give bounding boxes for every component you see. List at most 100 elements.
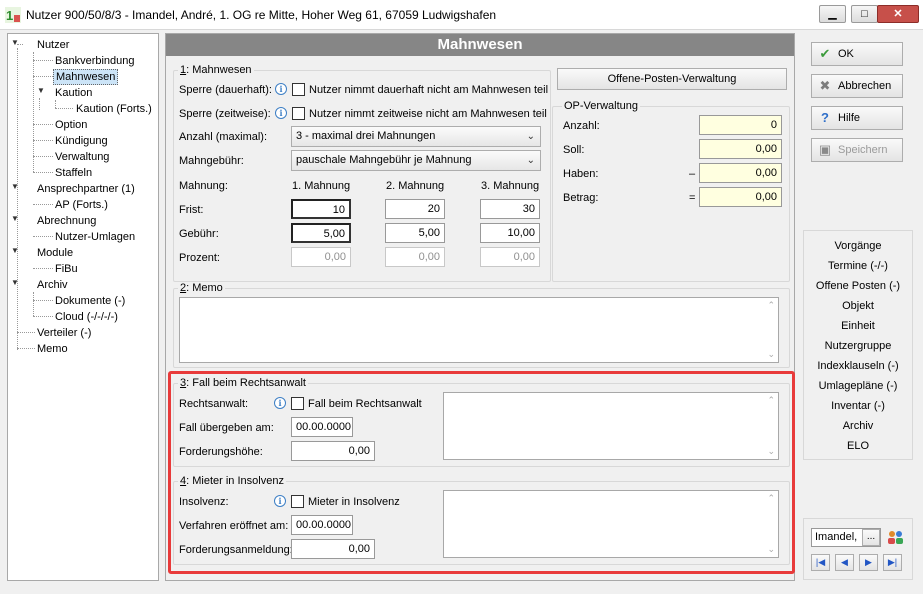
sperre-zeitweise-check-label[interactable]: Nutzer nimmt zeitweise nicht am Mahnwese…	[309, 108, 547, 120]
save-disk-icon: ▣	[818, 142, 832, 157]
info-icon[interactable]: i	[275, 107, 287, 119]
tree-item-ap-forts[interactable]: AP (Forts.)	[55, 198, 108, 212]
tree-item-verwaltung[interactable]: Verwaltung	[55, 150, 109, 164]
info-icon[interactable]: i	[274, 397, 286, 409]
scroll-up-icon[interactable]: ⌃	[767, 493, 775, 504]
scroll-down-icon[interactable]: ⌄	[767, 544, 775, 555]
tree-item-kuendigung[interactable]: Kündigung	[55, 134, 108, 148]
insolvenz-checkbox[interactable]	[291, 495, 304, 508]
tree-item-staffeln[interactable]: Staffeln	[55, 166, 92, 180]
collapse-icon[interactable]: ▼	[11, 246, 19, 255]
prozent-input-2[interactable]: 0,00	[385, 247, 445, 267]
scroll-down-icon[interactable]: ⌄	[767, 446, 775, 457]
forderungsanmeldung-label: Forderungsanmeldung:	[179, 544, 293, 556]
previous-record-button[interactable]: ◀	[835, 554, 854, 571]
main-panel: Mahnwesen 1: Mahnwesen Sperre (dauerhaft…	[165, 33, 795, 581]
collapse-icon[interactable]: ▼	[11, 38, 19, 47]
people-icon[interactable]	[886, 528, 905, 547]
frist-input-2[interactable]: 20	[385, 199, 445, 219]
rechtsanwalt-checkbox[interactable]	[291, 397, 304, 410]
tree-item-option[interactable]: Option	[55, 118, 87, 132]
gebuehr-input-2[interactable]: 5,00	[385, 223, 445, 243]
close-button[interactable]: ✕	[877, 5, 919, 23]
maximize-button[interactable]: □	[851, 5, 878, 23]
rechtsanwalt-check-label[interactable]: Fall beim Rechtsanwalt	[308, 398, 422, 410]
link-offene-posten[interactable]: Offene Posten (-)	[804, 280, 912, 292]
op-verwaltung-group-label: OP-Verwaltung	[562, 100, 640, 112]
last-record-button[interactable]: ▶|	[883, 554, 902, 571]
tree-item-nutzer-umlagen[interactable]: Nutzer-Umlagen	[55, 230, 135, 244]
collapse-icon[interactable]: ▼	[37, 86, 45, 95]
link-objekt[interactable]: Objekt	[804, 300, 912, 312]
link-elo[interactable]: ELO	[804, 440, 912, 452]
tree-item-bankverbindung[interactable]: Bankverbindung	[55, 54, 135, 68]
speichern-button[interactable]: ▣ Speichern	[811, 138, 903, 162]
link-indexklauseln[interactable]: Indexklauseln (-)	[804, 360, 912, 372]
tree-item-dokumente[interactable]: Dokumente (-)	[55, 294, 125, 308]
forderungshoehe-input[interactable]: 0,00	[291, 441, 375, 461]
mahngebuehr-select[interactable]: pauschale Mahngebühr je Mahnung ⌄	[291, 150, 541, 171]
offene-posten-verwaltung-button[interactable]: Offene-Posten-Verwaltung	[557, 68, 787, 90]
col-header-mahnung-2: 2. Mahnung	[386, 180, 445, 192]
link-umlageplaene[interactable]: Umlagepläne (-)	[804, 380, 912, 392]
navigation-tree: ▼ Nutzer Bankverbindung Mahnwesen ▼ Kaut…	[7, 33, 159, 581]
tree-item-memo[interactable]: Memo	[37, 342, 68, 356]
fall-uebergeben-input[interactable]: 00.00.0000	[291, 417, 353, 437]
browse-button[interactable]: ...	[862, 529, 880, 546]
memo-group-label: 2: Memo	[178, 282, 225, 294]
prozent-input-3[interactable]: 0,00	[480, 247, 540, 267]
frist-input-1[interactable]: 10	[291, 199, 351, 219]
tree-item-module[interactable]: Module	[37, 246, 73, 260]
tree-item-fibu[interactable]: FiBu	[55, 262, 78, 276]
tree-item-nutzer[interactable]: Nutzer	[37, 38, 69, 52]
op-anzahl-value: 0	[699, 115, 782, 135]
insolvenz-notes-textarea[interactable]: ⌃ ⌄	[443, 490, 779, 558]
rechtsanwalt-notes-textarea[interactable]: ⌃ ⌄	[443, 392, 779, 460]
gebuehr-row-label: Gebühr:	[179, 228, 219, 240]
mahnung-label: Mahnung:	[179, 180, 228, 192]
record-navigator: Imandel, ... |◀ ◀ ▶ ▶|	[803, 518, 913, 580]
verfahren-input[interactable]: 00.00.0000	[291, 515, 353, 535]
tree-item-archiv[interactable]: Archiv	[37, 278, 68, 292]
frist-input-3[interactable]: 30	[480, 199, 540, 219]
gebuehr-input-3[interactable]: 10,00	[480, 223, 540, 243]
collapse-icon[interactable]: ▼	[11, 278, 19, 287]
forderungsanmeldung-input[interactable]: 0,00	[291, 539, 375, 559]
sperre-dauerhaft-check-label[interactable]: Nutzer nimmt dauerhaft nicht am Mahnwese…	[309, 84, 548, 96]
sperre-dauerhaft-checkbox[interactable]	[292, 83, 305, 96]
tree-item-ansprechpartner[interactable]: Ansprechpartner (1)	[37, 182, 135, 196]
gebuehr-input-1[interactable]: 5,00	[291, 223, 351, 243]
sperre-zeitweise-checkbox[interactable]	[292, 107, 305, 120]
memo-textarea[interactable]: ⌃ ⌄	[179, 297, 779, 363]
link-einheit[interactable]: Einheit	[804, 320, 912, 332]
info-icon[interactable]: i	[274, 495, 286, 507]
collapse-icon[interactable]: ▼	[11, 214, 19, 223]
scroll-down-icon[interactable]: ⌄	[767, 349, 775, 360]
link-inventar[interactable]: Inventar (-)	[804, 400, 912, 412]
insolvenz-check-label[interactable]: Mieter in Insolvenz	[308, 496, 400, 508]
tree-item-mahnwesen[interactable]: Mahnwesen	[53, 69, 119, 85]
hilfe-button[interactable]: ? Hilfe	[811, 106, 903, 130]
first-record-button[interactable]: |◀	[811, 554, 830, 571]
abbrechen-button[interactable]: ✖ Abbrechen	[811, 74, 903, 98]
info-icon[interactable]: i	[275, 83, 287, 95]
link-vorgaenge[interactable]: Vorgänge	[804, 240, 912, 252]
link-archiv[interactable]: Archiv	[804, 420, 912, 432]
next-record-button[interactable]: ▶	[859, 554, 878, 571]
equals-sign: =	[689, 192, 696, 204]
scroll-up-icon[interactable]: ⌃	[767, 395, 775, 406]
ok-button[interactable]: ✔ OK	[811, 42, 903, 66]
anzahl-select[interactable]: 3 - maximal drei Mahnungen ⌄	[291, 126, 541, 147]
minimize-button[interactable]: ▁	[819, 5, 846, 23]
collapse-icon[interactable]: ▼	[11, 182, 19, 191]
tree-item-kaution-forts[interactable]: Kaution (Forts.)	[76, 102, 152, 116]
scroll-up-icon[interactable]: ⌃	[767, 300, 775, 311]
tree-item-cloud[interactable]: Cloud (-/-/-/-)	[55, 310, 118, 324]
prozent-input-1[interactable]: 0,00	[291, 247, 351, 267]
tree-item-verteiler[interactable]: Verteiler (-)	[37, 326, 91, 340]
tree-item-abrechnung[interactable]: Abrechnung	[37, 214, 96, 228]
svg-text:1: 1	[6, 8, 13, 23]
link-nutzergruppe[interactable]: Nutzergruppe	[804, 340, 912, 352]
tree-item-kaution[interactable]: Kaution	[55, 86, 92, 100]
link-termine[interactable]: Termine (-/-)	[804, 260, 912, 272]
